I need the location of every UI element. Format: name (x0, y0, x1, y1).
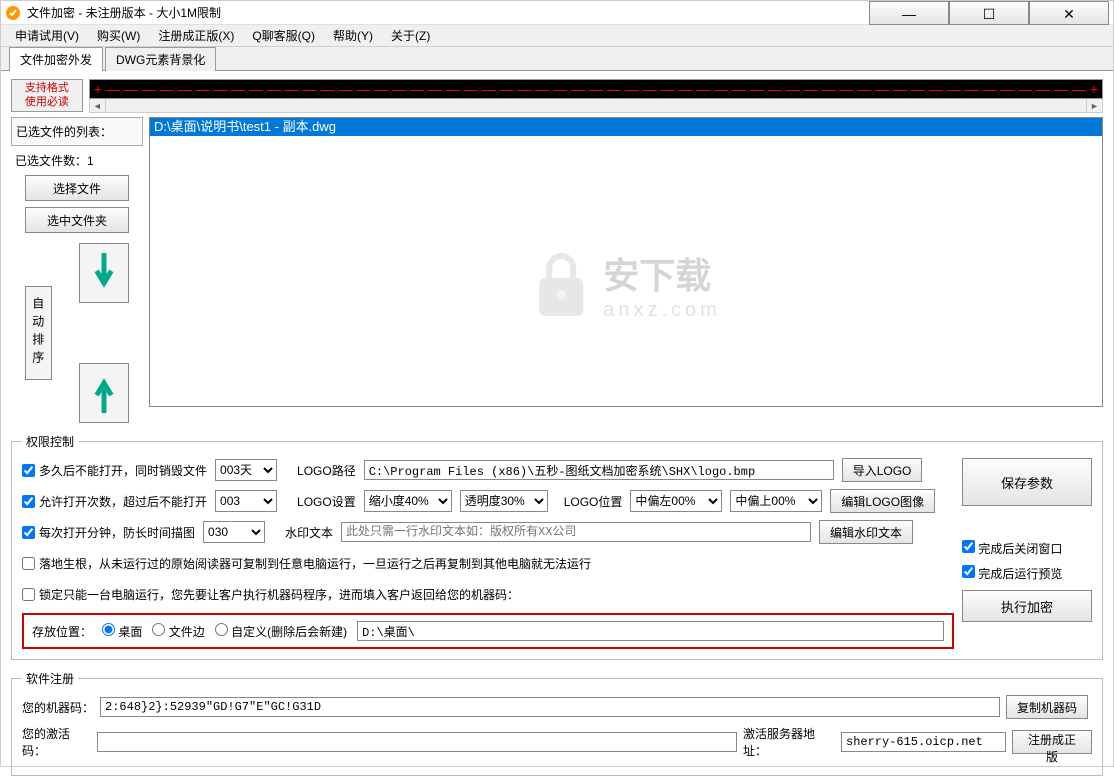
menu-about[interactable]: 关于(Z) (383, 25, 438, 46)
save-loc-label: 存放位置： (32, 623, 92, 640)
move-up-button[interactable] (79, 363, 129, 423)
menu-register[interactable]: 注册成正版(X) (150, 25, 242, 46)
watermark-input[interactable] (341, 522, 811, 542)
copy-machine-code-button[interactable]: 复制机器码 (1006, 695, 1088, 719)
permission-legend: 权限控制 (22, 433, 78, 450)
auto-sort-button[interactable]: 自动排序 (25, 286, 52, 380)
loc-desktop[interactable]: 桌面 (102, 623, 142, 640)
transparency-select[interactable]: 透明度30% (460, 490, 548, 512)
edit-logo-button[interactable]: 编辑LOGO图像 (830, 489, 935, 513)
window-title: 文件加密 - 未注册版本 - 大小1M限制 (27, 4, 869, 21)
opt-rooted[interactable]: 落地生根，从未运行过的原始阅读器可复制到任意电脑运行，一旦运行之后再复制到其他电… (22, 555, 591, 572)
save-params-button[interactable]: 保存参数 (962, 458, 1092, 506)
scroll-left-icon[interactable]: ◄ (90, 99, 106, 112)
file-list[interactable]: D:\桌面\说明书\test1 - 副本.dwg 安下载 anxz.com (149, 117, 1103, 407)
chk-run-preview[interactable]: 完成后运行预览 (962, 565, 1092, 582)
select-folder-button[interactable]: 选中文件夹 (25, 207, 129, 233)
loc-fileedge[interactable]: 文件边 (152, 623, 204, 640)
days-select[interactable]: 003天 (215, 459, 277, 481)
import-logo-button[interactable]: 导入LOGO (842, 458, 923, 482)
app-icon (5, 5, 21, 21)
register-fieldset: 软件注册 您的机器码： 复制机器码 您的激活码： 激活服务器地址： 注册成正版 (11, 670, 1103, 776)
minimize-button[interactable]: — (869, 1, 949, 25)
menubar: 申请试用(V) 购买(W) 注册成正版(X) Q聊客服(Q) 帮助(Y) 关于(… (1, 25, 1113, 47)
menu-qchat[interactable]: Q聊客服(Q) (244, 25, 323, 46)
chk-close-window[interactable]: 完成后关闭窗口 (962, 540, 1092, 557)
close-button[interactable]: ✕ (1029, 1, 1109, 25)
scale-select[interactable]: 缩小度40% (364, 490, 452, 512)
scroll-right-icon[interactable]: ► (1086, 99, 1102, 112)
activate-code-input[interactable] (97, 732, 737, 752)
file-count: 已选文件数：1 (11, 148, 143, 175)
opt-minutes[interactable]: 每次打开分钟，防长时间描图 (22, 524, 195, 541)
tab-encrypt[interactable]: 文件加密外发 (9, 47, 103, 71)
server-label: 激活服务器地址： (743, 725, 835, 759)
maximize-button[interactable]: ☐ (949, 1, 1029, 25)
edit-watermark-button[interactable]: 编辑水印文本 (819, 520, 913, 544)
activate-code-label: 您的激活码： (22, 725, 91, 759)
run-encrypt-button[interactable]: 执行加密 (962, 590, 1092, 622)
h-scrollbar[interactable]: ◄ ► (89, 99, 1103, 113)
file-list-label: 已选文件的列表： (11, 117, 143, 146)
save-location-box: 存放位置： 桌面 文件边 自定义(删除后会新建) (22, 613, 954, 649)
select-file-button[interactable]: 选择文件 (25, 175, 129, 201)
watermark: 安下载 anxz.com (531, 247, 721, 322)
tabstrip: 文件加密外发 DWG元素背景化 (1, 47, 1113, 71)
server-input[interactable] (841, 732, 1006, 752)
opt-expire[interactable]: 多久后不能打开，同时销毁文件 (22, 462, 207, 479)
opt-open-count[interactable]: 允许打开次数，超过后不能打开 (22, 493, 207, 510)
menu-help[interactable]: 帮助(Y) (325, 25, 381, 46)
minutes-select[interactable]: 030 (203, 521, 265, 543)
register-full-button[interactable]: 注册成正版 (1012, 730, 1092, 754)
times-select[interactable]: 003 (215, 490, 277, 512)
permission-fieldset: 权限控制 多久后不能打开，同时销毁文件 003天 LOGO路径 导入LOGO 允… (11, 433, 1103, 660)
machine-code-input[interactable] (100, 697, 1000, 717)
watermark-label: 水印文本 (285, 524, 333, 541)
tab-dwg-bg[interactable]: DWG元素背景化 (105, 47, 216, 71)
pos-up-select[interactable]: 中偏上00% (730, 490, 822, 512)
list-item[interactable]: D:\桌面\说明书\test1 - 副本.dwg (150, 118, 1102, 136)
support-format-button[interactable]: 支持格式 使用必读 (11, 79, 83, 112)
loc-custom[interactable]: 自定义(删除后会新建) (215, 623, 347, 640)
opt-lock-machine[interactable]: 锁定只能一台电脑运行，您先要让客户执行机器码程序，进而填入客户返回给您的机器码： (22, 586, 519, 603)
save-path-input[interactable] (357, 621, 944, 641)
logo-set-label: LOGO设置 (297, 493, 356, 510)
marquee-strip: + — — — — — — — — — — — — — — — — — — — … (89, 79, 1103, 99)
machine-code-label: 您的机器码： (22, 699, 94, 716)
logo-path-label: LOGO路径 (297, 462, 356, 479)
logo-path-input[interactable] (364, 460, 834, 480)
menu-buy[interactable]: 购买(W) (89, 25, 148, 46)
menu-trial[interactable]: 申请试用(V) (7, 25, 87, 46)
logo-pos-label: LOGO位置 (564, 493, 623, 510)
titlebar: 文件加密 - 未注册版本 - 大小1M限制 — ☐ ✕ (1, 1, 1113, 25)
register-legend: 软件注册 (22, 670, 78, 687)
pos-left-select[interactable]: 中偏左00% (630, 490, 722, 512)
move-down-button[interactable] (79, 243, 129, 303)
